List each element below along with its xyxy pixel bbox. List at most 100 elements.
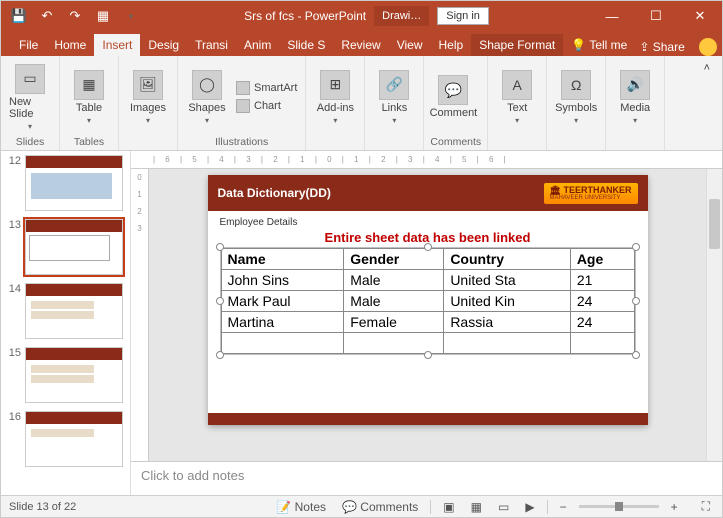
thumb-15[interactable]	[25, 347, 123, 403]
chart-button[interactable]: Chart	[234, 98, 299, 114]
ribbon: ▭ New Slide ▾ Slides ▦ Table ▾ Tables 🖼 …	[1, 56, 722, 151]
tell-me[interactable]: 💡 Tell me	[563, 34, 635, 56]
shapes-icon: ◯	[192, 70, 222, 100]
tab-design[interactable]: Desig	[140, 34, 187, 56]
group-addins: ⊞ Add-ins ▾	[306, 56, 365, 150]
tab-shape-format[interactable]: Shape Format	[471, 34, 563, 56]
group-label-slides: Slides	[7, 134, 53, 148]
handle-bm[interactable]	[424, 351, 432, 359]
group-label-illustrations: Illustrations	[184, 134, 299, 148]
group-label-links	[371, 134, 417, 148]
zoom-out-button[interactable]: −	[556, 500, 571, 514]
thumb-16[interactable]	[25, 411, 123, 467]
symbols-label: Symbols	[555, 102, 597, 114]
view-normal-icon[interactable]: ▣	[439, 500, 458, 514]
view-sorter-icon[interactable]: ▦	[467, 500, 486, 514]
new-slide-label: New Slide	[9, 96, 51, 120]
tab-slideshow[interactable]: Slide S	[279, 34, 333, 56]
close-button[interactable]: ✕	[678, 1, 722, 31]
zoom-in-button[interactable]: +	[667, 500, 682, 514]
table-button[interactable]: ▦ Table ▾	[66, 60, 112, 134]
ribbon-collapse: ˄	[665, 56, 722, 150]
fit-to-window-icon[interactable]: ⛶	[698, 499, 714, 514]
tab-animations[interactable]: Anim	[236, 34, 279, 56]
handle-ml[interactable]	[216, 297, 224, 305]
thumb-num-15: 15	[5, 347, 21, 359]
group-text: A Text ▾	[488, 56, 547, 150]
slide[interactable]: Data Dictionary(DD) 🏛 TEERTHANKERMAHAVEE…	[208, 175, 648, 425]
handle-br[interactable]	[632, 351, 640, 359]
notes-pane[interactable]: Click to add notes	[131, 461, 722, 495]
handle-tr[interactable]	[632, 243, 640, 251]
tab-file[interactable]: File	[11, 34, 46, 56]
images-icon: 🖼	[133, 70, 163, 100]
col-name: Name	[221, 249, 344, 270]
addins-icon: ⊞	[320, 70, 350, 100]
minimize-button[interactable]: —	[590, 1, 634, 31]
qat-more-icon[interactable]: ▾	[119, 4, 143, 28]
text-icon: A	[502, 70, 532, 100]
symbols-button[interactable]: Ω Symbols ▾	[553, 60, 599, 134]
maximize-button[interactable]: ☐	[634, 1, 678, 31]
scroll-thumb[interactable]	[709, 199, 720, 249]
tab-review[interactable]: Review	[333, 34, 388, 56]
qat: 💾 ↶ ↷ ▦ ▾	[1, 4, 143, 28]
text-button[interactable]: A Text ▾	[494, 60, 540, 134]
view-slideshow-icon[interactable]: ▶	[521, 500, 538, 514]
addins-button[interactable]: ⊞ Add-ins ▾	[312, 60, 358, 134]
tab-view[interactable]: View	[389, 34, 431, 56]
emoji-feedback-icon[interactable]	[699, 38, 717, 56]
notes-toggle[interactable]: 📝 Notes	[272, 500, 330, 514]
slide-canvas[interactable]: Data Dictionary(DD) 🏛 TEERTHANKERMAHAVEE…	[149, 169, 706, 461]
chart-icon	[236, 99, 250, 113]
group-illustrations: ◯ Shapes ▾ SmartArt Chart Illustrations	[178, 56, 306, 150]
new-slide-button[interactable]: ▭ New Slide ▾	[7, 60, 53, 134]
table-label: Table	[76, 102, 102, 114]
smartart-icon	[236, 81, 250, 95]
links-icon: 🔗	[379, 70, 409, 100]
selected-object[interactable]: Name Gender Country Age John SinsMaleUni…	[220, 247, 636, 355]
comment-button[interactable]: 💬 Comment	[430, 60, 476, 134]
media-button[interactable]: 🔊 Media ▾	[612, 60, 658, 134]
comments-toggle[interactable]: 💬 Comments	[338, 500, 422, 514]
view-reading-icon[interactable]: ▭	[494, 500, 513, 514]
save-icon[interactable]: 💾	[7, 4, 31, 28]
redo-icon[interactable]: ↷	[63, 4, 87, 28]
group-label-addins	[312, 134, 358, 148]
thumb-12[interactable]	[25, 155, 123, 211]
thumb-13[interactable]	[25, 219, 123, 275]
ruler-vertical[interactable]: 0123	[131, 169, 149, 461]
sign-in-button[interactable]: Sign in	[437, 7, 489, 25]
zoom-slider[interactable]	[579, 505, 659, 508]
thumb-14[interactable]	[25, 283, 123, 339]
slide-header: Data Dictionary(DD) 🏛 TEERTHANKERMAHAVEE…	[208, 175, 648, 211]
start-from-beginning-icon[interactable]: ▦	[91, 4, 115, 28]
links-label: Links	[382, 102, 408, 114]
links-button[interactable]: 🔗 Links ▾	[371, 60, 417, 134]
shapes-button[interactable]: ◯ Shapes ▾	[184, 60, 230, 134]
tab-insert[interactable]: Insert	[94, 34, 140, 56]
handle-mr[interactable]	[632, 297, 640, 305]
tab-help[interactable]: Help	[431, 34, 472, 56]
vertical-scrollbar[interactable]	[706, 169, 722, 461]
slide-counter[interactable]: Slide 13 of 22	[9, 501, 76, 513]
undo-icon[interactable]: ↶	[35, 4, 59, 28]
handle-tm[interactable]	[424, 243, 432, 251]
shapes-label: Shapes	[188, 102, 225, 114]
group-comments: 💬 Comment Comments	[424, 56, 488, 150]
collapse-ribbon-icon[interactable]: ˄	[671, 60, 716, 76]
slide-footer-bar	[208, 413, 648, 425]
university-logo: 🏛 TEERTHANKERMAHAVEER UNIVERSITY	[544, 183, 638, 204]
work-area: 12 13 14 15 16 | 6 | 5 | 4 | 3 | 2 | 1 |…	[1, 151, 722, 495]
thumbnail-pane[interactable]: 12 13 14 15 16	[1, 151, 131, 495]
tab-home[interactable]: Home	[46, 34, 94, 56]
handle-tl[interactable]	[216, 243, 224, 251]
ruler-horizontal[interactable]: | 6 | 5 | 4 | 3 | 2 | 1 | 0 | 1 | 2 | 3 …	[131, 151, 722, 169]
tab-transitions[interactable]: Transi	[187, 34, 236, 56]
images-button[interactable]: 🖼 Images ▾	[125, 60, 171, 134]
share-button[interactable]: ⇪ Share	[635, 38, 688, 56]
handle-bl[interactable]	[216, 351, 224, 359]
group-tables: ▦ Table ▾ Tables	[60, 56, 119, 150]
smartart-button[interactable]: SmartArt	[234, 80, 299, 96]
group-links: 🔗 Links ▾	[365, 56, 424, 150]
